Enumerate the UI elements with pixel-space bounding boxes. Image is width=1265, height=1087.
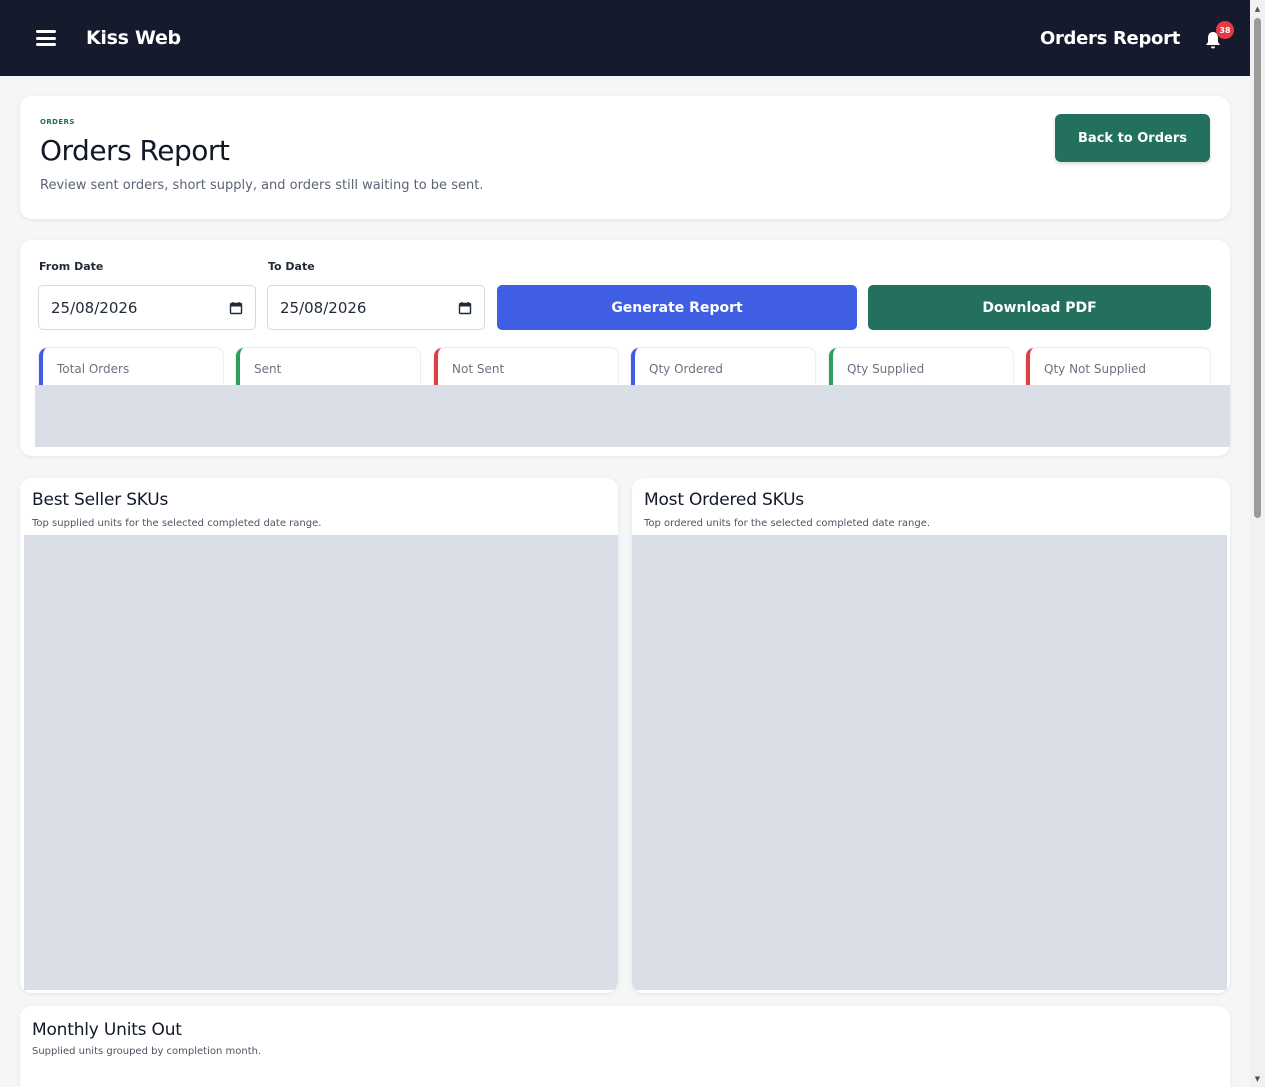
page-title: Orders Report (40, 134, 230, 167)
calendar-icon[interactable] (229, 301, 243, 315)
most-ordered-subtitle: Top ordered units for the selected compl… (644, 518, 931, 529)
stats-loading-placeholder (35, 385, 1230, 447)
navbar-page-title: Orders Report (1039, 27, 1180, 49)
eyebrow-label: ORDERS (40, 118, 75, 126)
filters-card: From Date 25/08/2026 To Date 25/08/2026 … (20, 240, 1230, 456)
from-date-value: 25/08/2026 (51, 298, 138, 317)
monthly-units-title: Monthly Units Out (32, 1020, 182, 1040)
brand-name[interactable]: Kiss Web (86, 27, 181, 49)
calendar-icon[interactable] (458, 301, 472, 315)
generate-report-button[interactable]: Generate Report (497, 285, 857, 330)
best-seller-chart-placeholder (24, 535, 618, 990)
most-ordered-chart-card: Most Ordered SKUs Top ordered units for … (632, 478, 1230, 993)
report-header-card: ORDERS Orders Report Review sent orders,… (20, 96, 1230, 219)
to-date-input[interactable]: 25/08/2026 (267, 285, 485, 330)
scroll-up-icon[interactable]: ▲ (1250, 1, 1265, 16)
monthly-units-subtitle: Supplied units grouped by completion mon… (32, 1046, 262, 1057)
to-date-label: To Date (268, 260, 315, 273)
from-date-input[interactable]: 25/08/2026 (38, 285, 256, 330)
from-date-label: From Date (39, 260, 104, 273)
page-scrollbar[interactable]: ▲ ▼ (1250, 0, 1265, 1087)
most-ordered-title: Most Ordered SKUs (644, 490, 804, 510)
download-pdf-button[interactable]: Download PDF (868, 285, 1211, 330)
best-seller-subtitle: Top supplied units for the selected comp… (32, 518, 322, 529)
menu-icon[interactable] (36, 30, 56, 46)
notifications-button[interactable]: 38 (1202, 21, 1234, 53)
to-date-value: 25/08/2026 (280, 298, 367, 317)
notification-badge: 38 (1216, 21, 1234, 39)
scroll-down-icon[interactable]: ▼ (1250, 1071, 1265, 1086)
best-seller-chart-card: Best Seller SKUs Top supplied units for … (20, 478, 618, 993)
monthly-units-card: Monthly Units Out Supplied units grouped… (20, 1006, 1230, 1087)
scrollbar-thumb[interactable] (1254, 18, 1261, 518)
best-seller-title: Best Seller SKUs (32, 490, 169, 510)
top-navbar: Kiss Web Orders Report 38 (0, 0, 1250, 76)
back-to-orders-button[interactable]: Back to Orders (1055, 114, 1210, 162)
most-ordered-chart-placeholder (632, 535, 1227, 990)
page-subtitle: Review sent orders, short supply, and or… (40, 178, 484, 193)
